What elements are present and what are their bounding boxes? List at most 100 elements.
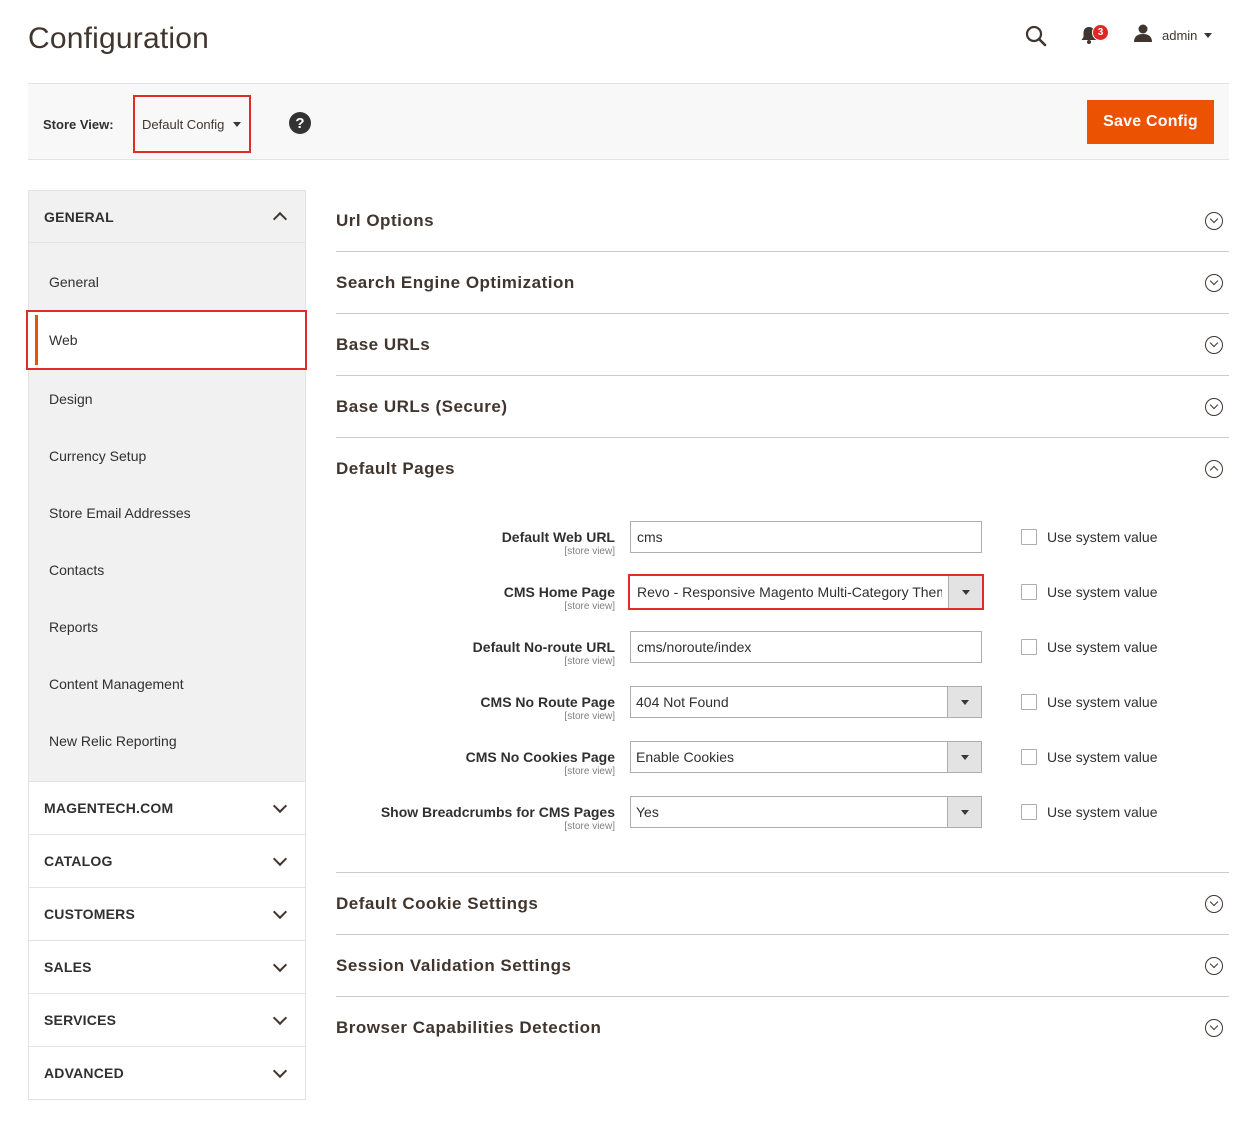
expand-icon	[1205, 894, 1223, 913]
default-web-url-input[interactable]: cms	[630, 521, 982, 553]
sidebar-group-magentech: MAGENTECH.COM	[29, 782, 305, 835]
expand-icon	[1205, 335, 1223, 354]
section-title: Default Pages	[336, 459, 455, 478]
user-account-menu[interactable]: admin	[1133, 24, 1213, 46]
use-system-value-toggle[interactable]: Use system value	[1021, 529, 1157, 545]
user-name: admin	[1162, 27, 1198, 43]
section-title: Base URLs	[336, 334, 431, 354]
chevron-down-icon	[272, 904, 288, 919]
section-title: Default Cookie Settings	[336, 893, 539, 913]
use-system-value-toggle[interactable]: Use system value	[1021, 584, 1157, 600]
chevron-down-icon	[272, 1010, 288, 1025]
sidebar-group-catalog: CATALOG	[29, 835, 305, 888]
section-title: Browser Capabilities Detection	[336, 1018, 602, 1037]
sidebar-group-header-services[interactable]: SERVICES	[29, 994, 305, 1046]
sidebar-group-header-advanced[interactable]: ADVANCED	[29, 1047, 305, 1099]
sidebar-group-header-general[interactable]: GENERAL	[29, 191, 305, 243]
field-scope: [store view]	[564, 821, 615, 832]
dropdown-arrow-icon[interactable]	[947, 687, 981, 717]
select-value: Enable Cookies	[636, 749, 735, 765]
default-pages-fields: Default Web URL [store view] cms Use sys…	[336, 500, 1229, 873]
use-system-value-label: Use system value	[1047, 804, 1158, 820]
section-base-urls[interactable]: Base URLs	[336, 314, 1229, 376]
default-no-route-url-input[interactable]: cms/noroute/index	[630, 631, 982, 663]
sidebar-group-header-catalog[interactable]: CATALOG	[29, 835, 305, 887]
cms-home-page-select[interactable]: Revo - Responsive Magento Multi-Category…	[628, 574, 984, 610]
section-base-urls-secure[interactable]: Base URLs (Secure)	[336, 376, 1229, 438]
section-url-options[interactable]: Url Options	[336, 190, 1229, 252]
dropdown-arrow-icon[interactable]	[947, 797, 981, 827]
chevron-down-icon	[272, 957, 288, 972]
field-row-show-breadcrumbs: Show Breadcrumbs for CMS Pages [store vi…	[336, 796, 1229, 851]
help-icon[interactable]: ?	[289, 112, 311, 134]
use-system-value-checkbox[interactable]	[1021, 584, 1037, 600]
select-value: Yes	[636, 804, 659, 820]
section-seo[interactable]: Search Engine Optimization	[336, 252, 1229, 314]
sidebar-item-store-email-addresses[interactable]: Store Email Addresses	[29, 484, 305, 541]
use-system-value-label: Use system value	[1047, 639, 1158, 655]
sidebar-group-title: SERVICES	[44, 1012, 117, 1028]
sidebar-group-title: CUSTOMERS	[44, 906, 135, 922]
use-system-value-checkbox[interactable]	[1021, 639, 1037, 655]
sidebar-item-new-relic-reporting[interactable]: New Relic Reporting	[29, 712, 305, 769]
field-label: CMS No Cookies Page	[465, 749, 615, 765]
chevron-up-icon	[272, 211, 288, 227]
use-system-value-toggle[interactable]: Use system value	[1021, 804, 1157, 820]
expand-icon	[1205, 956, 1223, 975]
expand-icon	[1205, 211, 1223, 230]
show-breadcrumbs-select[interactable]: Yes	[630, 796, 982, 828]
caret-down-icon	[233, 121, 242, 127]
sidebar-item-currency-setup[interactable]: Currency Setup	[29, 427, 305, 484]
config-main: Url Options Search Engine Optimization B…	[336, 190, 1229, 1059]
field-row-cms-home-page: CMS Home Page [store view] Revo - Respon…	[336, 574, 1229, 631]
sidebar-group-header-sales[interactable]: SALES	[29, 941, 305, 993]
field-scope: [store view]	[564, 601, 615, 612]
section-browser-capabilities[interactable]: Browser Capabilities Detection	[336, 997, 1229, 1059]
save-config-button[interactable]: Save Config	[1087, 100, 1214, 144]
sidebar-group-title: MAGENTECH.COM	[44, 800, 174, 816]
use-system-value-label: Use system value	[1047, 749, 1158, 765]
collapse-icon	[1205, 460, 1223, 478]
config-sidebar: GENERAL General Web Design Currency Setu…	[26, 190, 307, 1100]
use-system-value-checkbox[interactable]	[1021, 804, 1037, 820]
section-session-validation[interactable]: Session Validation Settings	[336, 935, 1229, 997]
use-system-value-toggle[interactable]: Use system value	[1021, 639, 1157, 655]
dropdown-arrow-icon[interactable]	[947, 742, 981, 772]
expand-icon	[1205, 397, 1223, 416]
sidebar-item-general[interactable]: General	[29, 253, 305, 310]
cms-no-route-page-select[interactable]: 404 Not Found	[630, 686, 982, 718]
sidebar-group-title: ADVANCED	[44, 1065, 124, 1081]
use-system-value-toggle[interactable]: Use system value	[1021, 749, 1157, 765]
use-system-value-toggle[interactable]: Use system value	[1021, 694, 1157, 710]
use-system-value-label: Use system value	[1047, 529, 1158, 545]
select-value: Revo - Responsive Magento Multi-Category…	[637, 584, 942, 600]
sidebar-group-title: GENERAL	[44, 208, 114, 225]
sidebar-item-reports[interactable]: Reports	[29, 598, 305, 655]
field-label: Show Breadcrumbs for CMS Pages	[380, 804, 615, 820]
select-value: 404 Not Found	[636, 694, 729, 710]
sidebar-group-general: GENERAL General Web Design Currency Setu…	[26, 191, 307, 782]
sidebar-group-header-magentech[interactable]: MAGENTECH.COM	[29, 782, 305, 834]
chevron-down-icon	[272, 1063, 288, 1078]
caret-down-icon	[1204, 32, 1213, 38]
store-view-bar: Store View: Default Config ? Save Config	[28, 83, 1229, 160]
sidebar-item-contacts[interactable]: Contacts	[29, 541, 305, 598]
sidebar-group-header-customers[interactable]: CUSTOMERS	[29, 888, 305, 940]
sidebar-item-design[interactable]: Design	[29, 370, 305, 427]
sidebar-item-web[interactable]: Web	[26, 310, 307, 370]
field-scope: [store view]	[564, 546, 615, 557]
cms-no-cookies-page-select[interactable]: Enable Cookies	[630, 741, 982, 773]
sidebar-group-services: SERVICES	[29, 994, 305, 1047]
section-default-pages-header[interactable]: Default Pages	[336, 438, 1229, 500]
field-row-default-web-url: Default Web URL [store view] cms Use sys…	[336, 521, 1229, 576]
field-label: CMS Home Page	[503, 584, 615, 600]
use-system-value-checkbox[interactable]	[1021, 529, 1037, 545]
chevron-down-icon	[272, 851, 288, 866]
section-default-cookie-settings[interactable]: Default Cookie Settings	[336, 873, 1229, 935]
dropdown-arrow-icon[interactable]	[948, 576, 982, 608]
search-icon[interactable]	[1024, 24, 1048, 48]
use-system-value-checkbox[interactable]	[1021, 694, 1037, 710]
store-view-switcher[interactable]: Default Config	[133, 95, 251, 153]
use-system-value-checkbox[interactable]	[1021, 749, 1037, 765]
sidebar-item-content-management[interactable]: Content Management	[29, 655, 305, 712]
